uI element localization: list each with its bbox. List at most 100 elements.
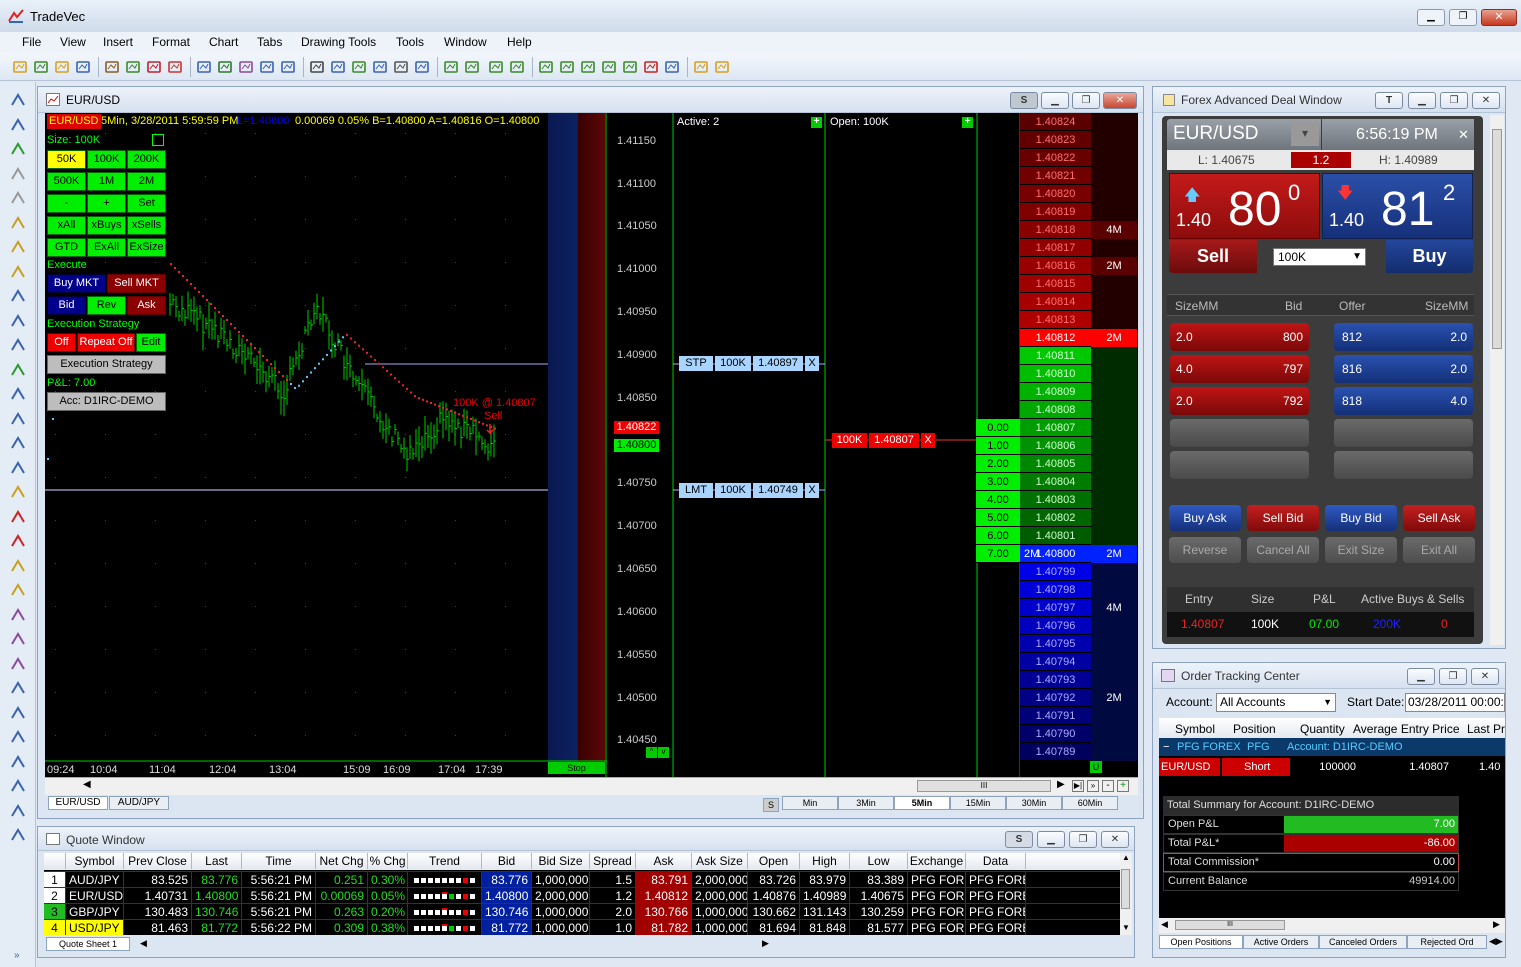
ladder-bid-size[interactable] xyxy=(1091,635,1137,653)
ladder-offer-price[interactable]: 1.40818 xyxy=(1020,221,1091,239)
menu-drawing-tools[interactable]: Drawing Tools xyxy=(301,35,376,49)
quote-header-cell[interactable]: Prev Close xyxy=(124,853,192,869)
ladder-bid-size[interactable] xyxy=(1091,707,1137,725)
save-icon[interactable] xyxy=(75,59,91,75)
table2-icon[interactable] xyxy=(238,59,254,75)
ladder-offer-size[interactable] xyxy=(1091,149,1137,167)
ladder-bid-price[interactable]: 1.40810 xyxy=(1020,365,1091,383)
price-ladder[interactable]: 1.40824 1.40823 1.40822 1.40821 1.40820 1.408… xyxy=(1020,113,1138,777)
reverse-button[interactable]: Reverse xyxy=(1169,537,1241,563)
ladder-offer-price[interactable]: 1.40820 xyxy=(1020,185,1091,203)
chart-restore-button[interactable]: ❐ xyxy=(1072,92,1100,109)
ladder-bid-size[interactable] xyxy=(1091,743,1137,761)
book-icon[interactable] xyxy=(280,59,296,75)
otc-restore-button[interactable]: ❐ xyxy=(1439,668,1467,685)
arrow-tool-icon[interactable] xyxy=(10,656,26,672)
ladder-offer-price[interactable]: 1.40817 xyxy=(1020,239,1091,257)
menu-chart[interactable]: Chart xyxy=(209,35,238,49)
start-date-input[interactable]: 03/28/2011 00:00:C xyxy=(1405,693,1505,712)
ladder-bid-size[interactable] xyxy=(1091,509,1137,527)
interval-15min[interactable]: 15Min xyxy=(950,796,1006,810)
ladder-offer-price[interactable]: 1.40822 xyxy=(1020,149,1091,167)
ladder-offer-price[interactable]: 1.40812 xyxy=(1020,329,1091,347)
quote-header-cell[interactable]: Trend xyxy=(408,853,482,869)
open-folder-icon[interactable] xyxy=(54,59,70,75)
sell-button[interactable]: Sell xyxy=(1169,240,1257,273)
minimize-button[interactable]: ▁ xyxy=(1417,9,1445,26)
size-button-13[interactable]: ExAll xyxy=(87,238,126,257)
ladder-bid-size[interactable] xyxy=(1091,563,1137,581)
buy-price-tile[interactable]: 🡇 1.40 81 2 xyxy=(1322,173,1473,239)
ladder-offer-price[interactable]: 1.40823 xyxy=(1020,131,1091,149)
plus-tool-icon[interactable] xyxy=(10,778,26,794)
interval-60min[interactable]: 60Min xyxy=(1062,796,1118,810)
ray-tool-icon[interactable] xyxy=(10,705,26,721)
quote-header-cell[interactable]: % Chg xyxy=(368,853,408,869)
ladder-offer-price[interactable]: 1.40813 xyxy=(1020,311,1091,329)
quote-header-cell[interactable]: Ask xyxy=(636,853,692,869)
layout-icon[interactable] xyxy=(372,59,388,75)
quote-scroll-thumb[interactable] xyxy=(1121,869,1130,909)
deal-t-button[interactable]: T xyxy=(1375,92,1403,109)
otc-hdr-quantity[interactable]: Quantity xyxy=(1300,722,1345,736)
select-tool-icon[interactable] xyxy=(10,92,26,108)
page-icon[interactable] xyxy=(259,59,275,75)
menu-help[interactable]: Help xyxy=(507,35,532,49)
otc-scroll-left-icon[interactable]: ◀ xyxy=(1161,919,1168,930)
size-button-1[interactable]: 100K xyxy=(87,150,126,169)
ask-button[interactable]: Ask xyxy=(127,296,166,315)
fib2-tool-icon[interactable] xyxy=(10,582,26,598)
ladder-bid-size[interactable] xyxy=(1091,383,1137,401)
ladder-bid-price[interactable]: 1.40791 xyxy=(1020,707,1091,725)
otc-hdr-avg-entry[interactable]: Average Entry Price xyxy=(1353,722,1460,736)
quote-header-cell[interactable]: Low xyxy=(850,853,908,869)
chart-nav-fwd-icon[interactable]: » xyxy=(1087,780,1099,792)
size-checkbox[interactable] xyxy=(152,134,164,146)
ladder-bid-price[interactable]: 1.40797 xyxy=(1020,599,1091,617)
zoom-in-icon[interactable] xyxy=(393,59,409,75)
ladder-offer-price[interactable]: 1.40816 xyxy=(1020,257,1091,275)
ladder-u-button[interactable]: U xyxy=(1090,761,1102,773)
quote-header-cell[interactable]: Bid xyxy=(482,853,532,869)
sell-price-tile[interactable]: 🡅 1.40 80 0 xyxy=(1169,173,1320,239)
zoom-in-icon[interactable]: v xyxy=(658,747,669,758)
size-button-7[interactable]: + xyxy=(87,194,126,213)
ladder-offer-price[interactable]: 1.40824 xyxy=(1020,113,1091,131)
ladder-bid-price[interactable]: 1.40801 xyxy=(1020,527,1091,545)
ladder-offer-size[interactable]: 2M xyxy=(1091,329,1137,347)
ladder-bid-size[interactable] xyxy=(1091,617,1137,635)
ohlc-icon[interactable] xyxy=(559,59,575,75)
zoom-out-icon[interactable] xyxy=(414,59,430,75)
otc-close-button[interactable]: ✕ xyxy=(1471,668,1499,685)
scroll-thumb[interactable]: III xyxy=(917,780,1051,792)
chart-tab-audjpy[interactable]: AUD/JPY xyxy=(109,796,169,810)
depth-bid-row[interactable]: 2.0 792 xyxy=(1170,387,1309,415)
ladder-bid-price[interactable]: 1.40789 xyxy=(1020,743,1091,761)
open-icon[interactable] xyxy=(12,59,28,75)
menu-tabs[interactable]: Tabs xyxy=(257,35,282,49)
hline-tool-icon[interactable] xyxy=(10,288,26,304)
depth-offer-row[interactable]: 812 2.0 xyxy=(1334,323,1473,351)
menu-format[interactable]: Format xyxy=(152,35,190,49)
size-button-2[interactable]: 200K xyxy=(127,150,166,169)
gann-tool-icon[interactable] xyxy=(10,362,26,378)
ladder-bid-size[interactable] xyxy=(1091,365,1137,383)
quote-hscroll-right-icon[interactable]: ▶ xyxy=(762,938,769,949)
edit-button[interactable]: Edit xyxy=(136,333,166,352)
chart-s-button[interactable]: S xyxy=(1010,92,1038,109)
sell-mkt-button[interactable]: Sell MKT xyxy=(107,274,166,293)
otc-position-row[interactable]: EUR/USD Short 100000 1.40807 1.40 xyxy=(1159,758,1505,776)
ladder-bid-price[interactable]: 1.40805 xyxy=(1020,455,1091,473)
depth-bid-row[interactable]: 4.0 797 xyxy=(1170,355,1309,383)
line2-icon[interactable] xyxy=(601,59,617,75)
deal-close-icon[interactable]: ✕ xyxy=(1458,127,1469,143)
ladder-bid-price[interactable]: 1.40809 xyxy=(1020,383,1091,401)
quote-row[interactable]: 1 AUD/JPY 83.525 83.776 5:56:21 PM 0.251 0.30%… xyxy=(44,871,1120,897)
ladder-offer-size[interactable] xyxy=(1091,293,1137,311)
scroll-right-icon[interactable]: ▶ xyxy=(1057,779,1065,790)
close-button[interactable]: ✕ xyxy=(1481,9,1517,26)
quote-restore-button[interactable]: ❐ xyxy=(1069,831,1097,848)
cancel-all-button[interactable]: Cancel All xyxy=(1247,537,1319,563)
depth-offer-row[interactable]: 816 2.0 xyxy=(1334,355,1473,383)
interval-5min[interactable]: 5Min xyxy=(894,796,950,810)
